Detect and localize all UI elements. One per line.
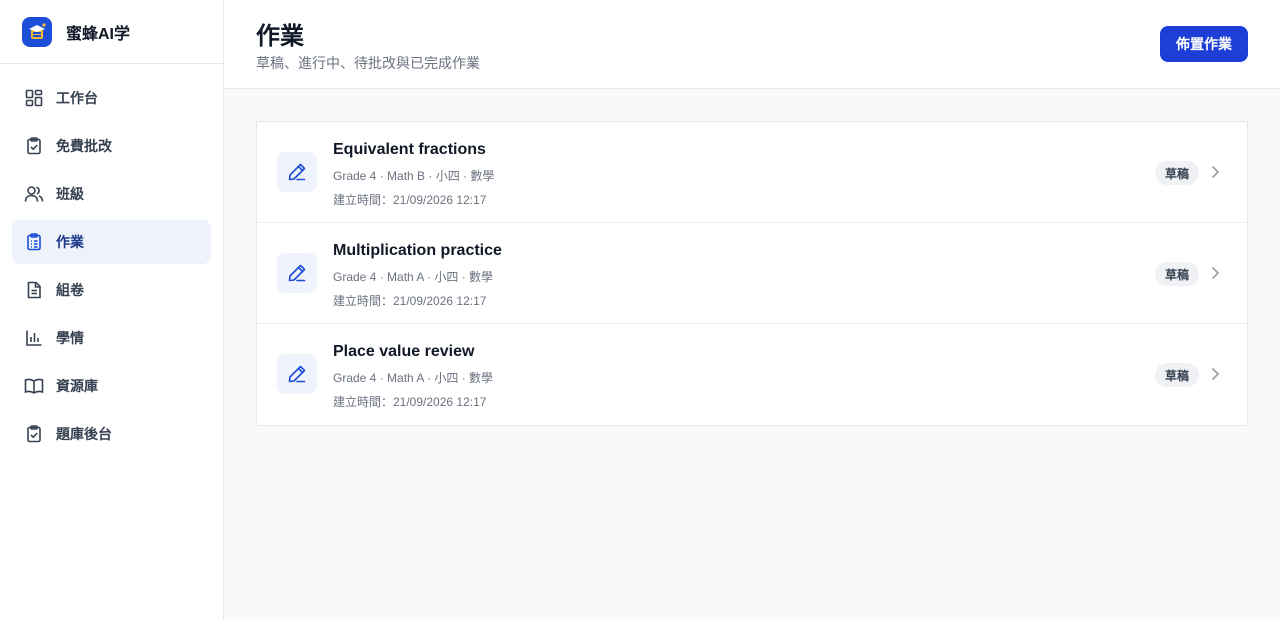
pencil-icon — [277, 253, 317, 293]
sidebar-item-question-bank-admin[interactable]: 題庫後台 — [12, 412, 211, 456]
sidebar-item-label: 資源庫 — [56, 378, 98, 394]
sidebar-item-free-grading[interactable]: 免費批改 — [12, 124, 211, 168]
sidebar-item-label: 免費批改 — [56, 138, 112, 154]
chevron-right-icon — [1212, 166, 1220, 178]
assignment-title: Place value review — [333, 343, 475, 360]
dashboard-grid-icon — [24, 88, 44, 108]
page-title: 作業 — [256, 23, 304, 50]
status-badge: 草稿 — [1154, 161, 1199, 185]
sidebar-item-analytics[interactable]: 學情 — [12, 316, 211, 360]
sidebar-item-assignments[interactable]: 作業 — [12, 220, 211, 264]
users-icon — [24, 184, 44, 204]
assignment-row[interactable]: Equivalent fractions Grade 4 · Math B · … — [257, 122, 1247, 223]
pencil-icon — [277, 354, 317, 394]
sidebar: 蜜蜂AI学 工作台 免費批改 班級 作業 組卷 學情 資源庫 題庫後台 — [0, 0, 224, 620]
book-open-icon — [24, 376, 44, 396]
assignment-list: Equivalent fractions Grade 4 · Math B · … — [256, 121, 1248, 426]
assignment-title: Multiplication practice — [333, 242, 502, 259]
chevron-right-icon — [1212, 368, 1220, 380]
sidebar-item-label: 題庫後台 — [56, 426, 112, 442]
assignment-row[interactable]: Multiplication practice Grade 4 · Math A… — [257, 223, 1247, 324]
clipboard-check-icon — [24, 136, 44, 156]
sidebar-item-label: 組卷 — [56, 282, 84, 298]
page-header: 作業 草稿、進行中、待批改與已完成作業 佈置作業 — [224, 0, 1280, 89]
assignment-meta: Grade 4 · Math A · 小四 · 數學 — [333, 371, 494, 385]
sidebar-item-paper-builder[interactable]: 組卷 — [12, 268, 211, 312]
sidebar-item-resources[interactable]: 資源庫 — [12, 364, 211, 408]
sidebar-item-dashboard[interactable]: 工作台 — [12, 76, 211, 120]
assignment-row[interactable]: Place value review Grade 4 · Math A · 小四… — [257, 324, 1247, 425]
graduation-cap-icon — [22, 16, 52, 47]
assignment-meta: Grade 4 · Math A · 小四 · 數學 — [333, 270, 494, 284]
assignment-title: Equivalent fractions — [333, 141, 486, 158]
sidebar-item-label: 工作台 — [56, 90, 98, 106]
assignment-meta: Grade 4 · Math B · 小四 · 數學 — [333, 169, 495, 183]
chevron-right-icon — [1212, 267, 1220, 279]
brand-name: 蜜蜂AI学 — [66, 25, 131, 43]
sidebar-item-classes[interactable]: 班級 — [12, 172, 211, 216]
assignment-created-time: 建立時間：21/09/2026 12:17 — [333, 294, 487, 308]
bar-chart-icon — [24, 328, 44, 348]
sidebar-item-label: 班級 — [56, 186, 84, 202]
pencil-icon — [277, 152, 317, 192]
assign-homework-button[interactable]: 佈置作業 — [1160, 26, 1248, 62]
brand[interactable]: 蜜蜂AI学 — [0, 0, 223, 64]
page-subtitle: 草稿、進行中、待批改與已完成作業 — [256, 55, 480, 71]
clipboard-check-icon — [24, 424, 44, 444]
status-badge: 草稿 — [1154, 262, 1199, 286]
sidebar-item-label: 學情 — [56, 330, 84, 346]
document-icon — [24, 280, 44, 300]
status-badge: 草稿 — [1154, 363, 1199, 387]
sidebar-item-label: 作業 — [56, 234, 84, 250]
assignment-created-time: 建立時間：21/09/2026 12:17 — [333, 395, 487, 409]
clipboard-list-icon — [24, 232, 44, 252]
assignment-created-time: 建立時間：21/09/2026 12:17 — [333, 193, 487, 207]
sidebar-nav: 工作台 免費批改 班級 作業 組卷 學情 資源庫 題庫後台 — [0, 64, 223, 456]
